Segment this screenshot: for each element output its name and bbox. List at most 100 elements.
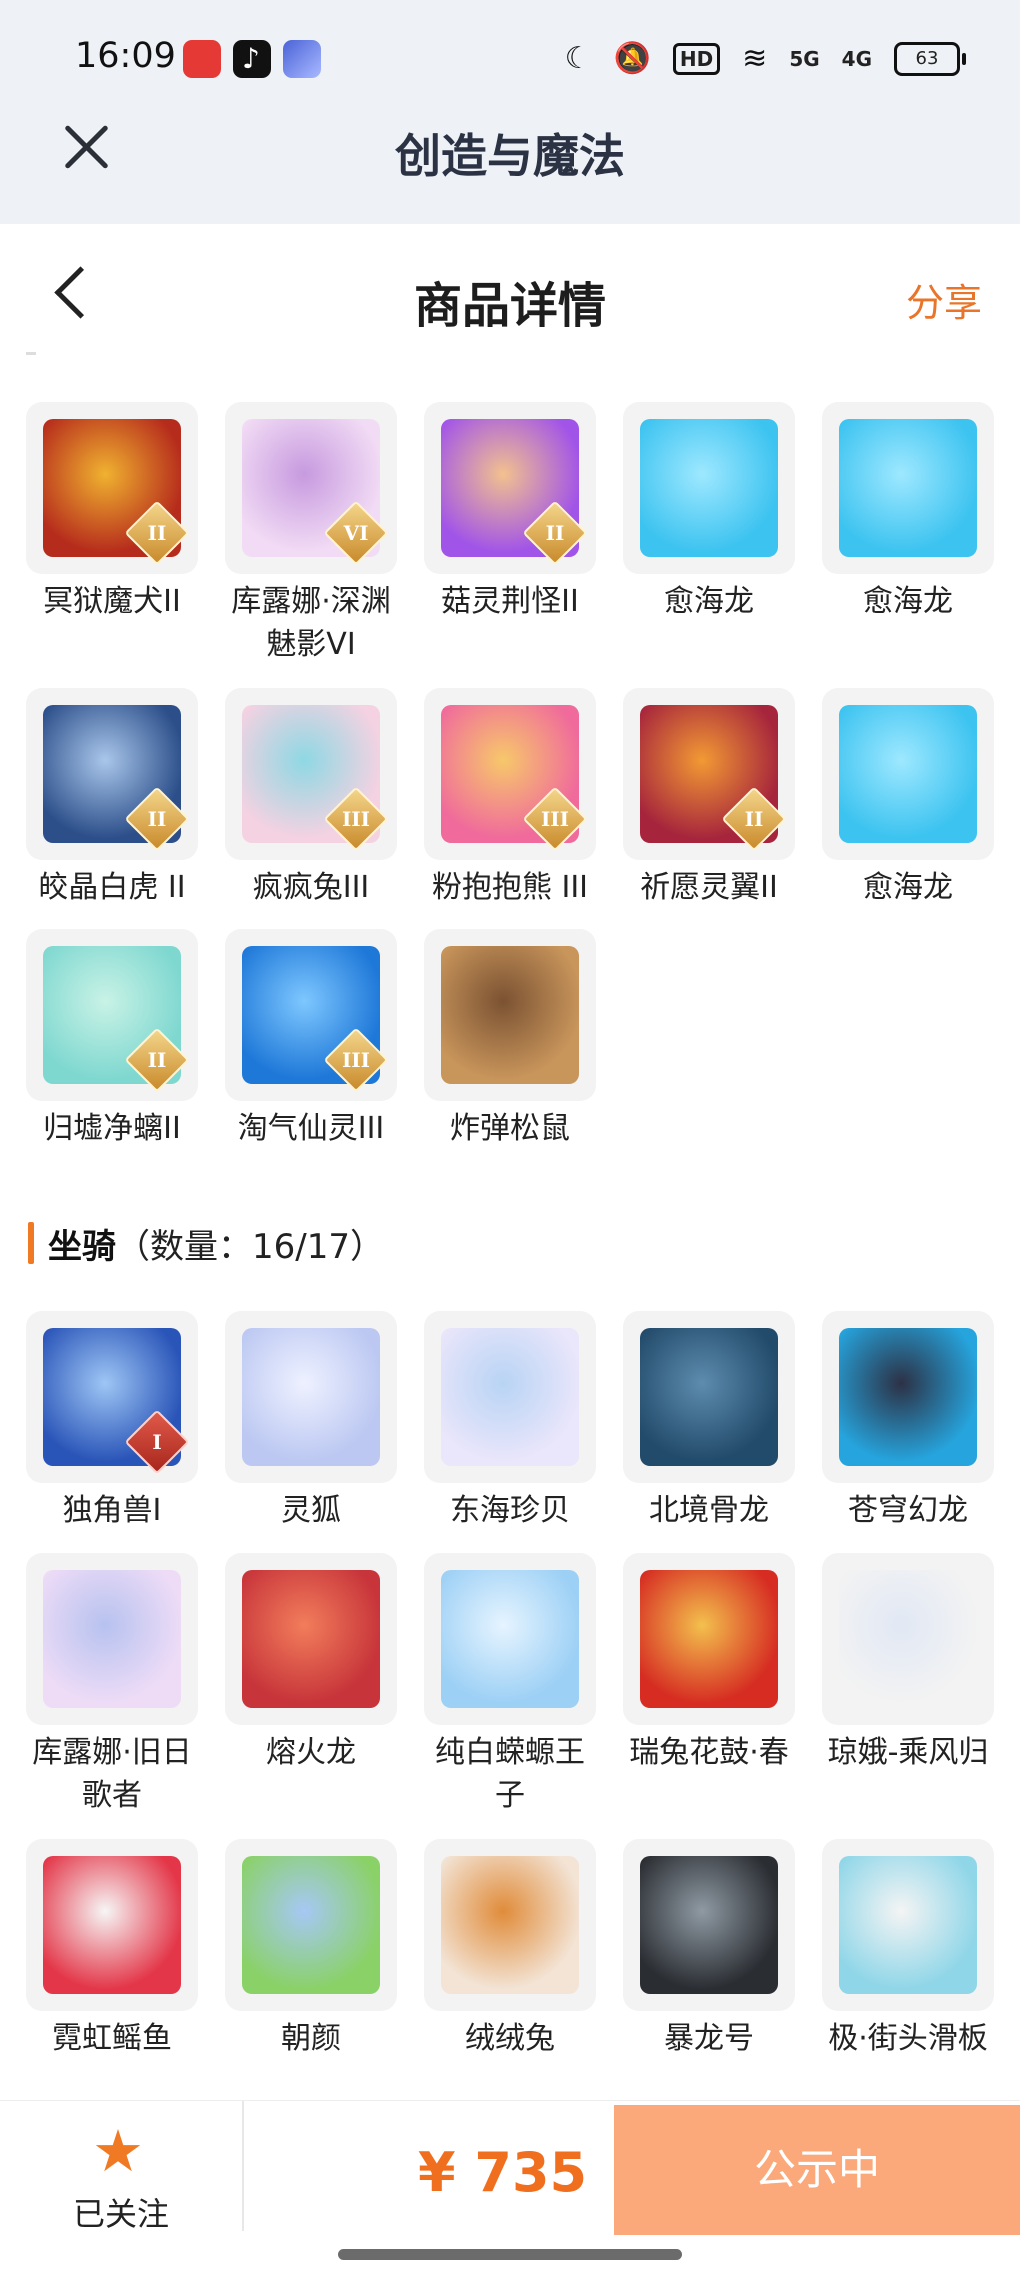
item-thumbnail <box>822 1553 994 1725</box>
item-label: 炸弹松鼠 <box>450 1111 570 1146</box>
item-label: 皎晶白虎 II <box>38 870 186 905</box>
item-tile[interactable]: III 疯疯兔III <box>225 688 397 909</box>
item-tile[interactable]: 炸弹松鼠 <box>424 929 596 1150</box>
item-tile[interactable]: 愈海龙 <box>822 402 994 623</box>
tier-badge-text: II <box>147 1048 167 1072</box>
tier-badge-text: VI <box>343 521 369 545</box>
item-thumbnail <box>424 1553 596 1725</box>
item-image <box>441 1328 579 1466</box>
item-tile[interactable]: 北境骨龙 <box>623 1311 795 1532</box>
item-label: 熔火龙 <box>266 1735 356 1770</box>
item-thumbnail <box>225 1553 397 1725</box>
tier-badge-text: III <box>341 807 371 831</box>
item-thumbnail: II <box>26 929 198 1101</box>
item-label: 愈海龙 <box>863 584 953 619</box>
item-image <box>441 946 579 1084</box>
item-thumbnail <box>822 402 994 574</box>
item-thumbnail <box>26 1553 198 1725</box>
item-label: 愈海龙 <box>863 870 953 905</box>
item-label: 北境骨龙 <box>649 1493 769 1528</box>
item-tile[interactable]: 纯白蝾螈王子 <box>424 1553 596 1817</box>
item-label: 库露娜·旧日歌者 <box>32 1735 192 1813</box>
item-tile[interactable]: 瑞兔花鼓·春 <box>623 1553 795 1774</box>
item-label: 暴龙号 <box>664 2021 754 2056</box>
tier-badge-text: II <box>147 807 167 831</box>
item-tile[interactable]: II 菇灵荆怪II <box>424 402 596 623</box>
item-image <box>441 1856 579 1994</box>
hd-icon: HD <box>672 43 721 75</box>
item-label: 愈海龙 <box>664 584 754 619</box>
item-image <box>441 1570 579 1708</box>
tier-badge-text: I <box>152 1430 162 1454</box>
item-thumbnail: III <box>424 688 596 860</box>
signal-5g-icon: 5G <box>789 47 820 71</box>
star-icon: ★ <box>92 2117 144 2185</box>
section-header-mounts: 坐骑 （数量：16/17） <box>28 1218 384 1268</box>
item-tile[interactable]: 琼娥-乘风归 <box>822 1553 994 1774</box>
item-label: 库露娜·深渊魅影VI <box>231 584 391 662</box>
item-thumbnail <box>424 1311 596 1483</box>
item-image <box>43 1570 181 1708</box>
item-label: 冥狱魔犬II <box>43 584 181 619</box>
home-indicator[interactable] <box>338 2249 682 2260</box>
item-tile[interactable]: 灵狐 <box>225 1311 397 1532</box>
item-tile[interactable]: 愈海龙 <box>623 402 795 623</box>
item-thumbnail <box>623 402 795 574</box>
item-tile[interactable]: III 粉抱抱熊 III <box>424 688 596 909</box>
item-image <box>640 1328 778 1466</box>
top-zone: 16:09 ☾ 🔕 HD ≋ 5G 4G 63 创造与魔法 <box>0 0 1020 224</box>
item-thumbnail: III <box>225 688 397 860</box>
item-tile[interactable]: I 独角兽I <box>26 1311 198 1532</box>
tier-badge-text: III <box>540 807 570 831</box>
item-tile[interactable]: III 淘气仙灵III <box>225 929 397 1150</box>
item-thumbnail <box>26 1839 198 2011</box>
mute-bell-icon: 🔕 <box>613 41 651 76</box>
item-tile[interactable]: 东海珍贝 <box>424 1311 596 1532</box>
item-tile[interactable]: 极·街头滑板 <box>822 1839 994 2060</box>
item-image <box>839 1328 977 1466</box>
item-tile[interactable]: II 皎晶白虎 II <box>26 688 198 909</box>
share-button[interactable]: 分享 <box>906 272 982 327</box>
follow-button[interactable]: ★ 已关注 <box>0 2101 242 2241</box>
tier-badge-text: II <box>744 807 764 831</box>
status-time: 16:09 <box>75 36 176 76</box>
item-tile[interactable]: VI 库露娜·深渊魅影VI <box>225 402 397 666</box>
item-tile[interactable]: 霓虹鳐鱼 <box>26 1839 198 2060</box>
item-tile[interactable]: II 冥狱魔犬II <box>26 402 198 623</box>
item-thumbnail: II <box>623 688 795 860</box>
item-tile[interactable]: 库露娜·旧日歌者 <box>26 1553 198 1817</box>
status-indicators: ☾ 🔕 HD ≋ 5G 4G 63 <box>565 40 966 78</box>
item-image <box>839 1856 977 1994</box>
notification-icons <box>183 40 321 78</box>
item-label: 霓虹鳐鱼 <box>52 2021 172 2056</box>
item-image <box>839 419 977 557</box>
item-tile[interactable]: 朝颜 <box>225 1839 397 2060</box>
item-tile[interactable]: 暴龙号 <box>623 1839 795 2060</box>
item-label: 纯白蝾螈王子 <box>435 1735 585 1813</box>
app-title: 创造与魔法 <box>395 129 625 183</box>
item-tile[interactable]: 绒绒兔 <box>424 1839 596 2060</box>
item-tile[interactable]: 苍穹幻龙 <box>822 1311 994 1532</box>
item-thumbnail <box>623 1839 795 2011</box>
item-tile[interactable]: 愈海龙 <box>822 688 994 909</box>
tier-badge-text: II <box>147 521 167 545</box>
status-action-button[interactable]: 公示中 <box>614 2105 1020 2235</box>
item-tile[interactable]: II 归墟净螭II <box>26 929 198 1150</box>
item-label: 疯疯兔III <box>252 870 370 905</box>
item-label: 淘气仙灵III <box>237 1111 385 1146</box>
item-thumbnail: II <box>424 402 596 574</box>
item-thumbnail <box>424 929 596 1101</box>
item-tile[interactable]: II 祈愿灵翼II <box>623 688 795 909</box>
page-header: 商品详情 分享 <box>0 224 1020 354</box>
item-image <box>640 419 778 557</box>
item-label: 绒绒兔 <box>465 2021 555 2056</box>
pets-grid: II 冥狱魔犬II VI 库露娜·深渊魅影VI II 菇灵荆怪II 愈海龙 愈海龙 II 皎晶白虎… <box>26 402 1001 1162</box>
app-notification-icon <box>183 40 221 78</box>
item-thumbnail <box>623 1553 795 1725</box>
item-tile[interactable]: 熔火龙 <box>225 1553 397 1774</box>
item-label: 祈愿灵翼II <box>640 870 778 905</box>
item-image <box>242 1328 380 1466</box>
game-app-icon <box>283 40 321 78</box>
divider <box>242 2101 244 2231</box>
item-label: 瑞兔花鼓·春 <box>629 1735 789 1770</box>
